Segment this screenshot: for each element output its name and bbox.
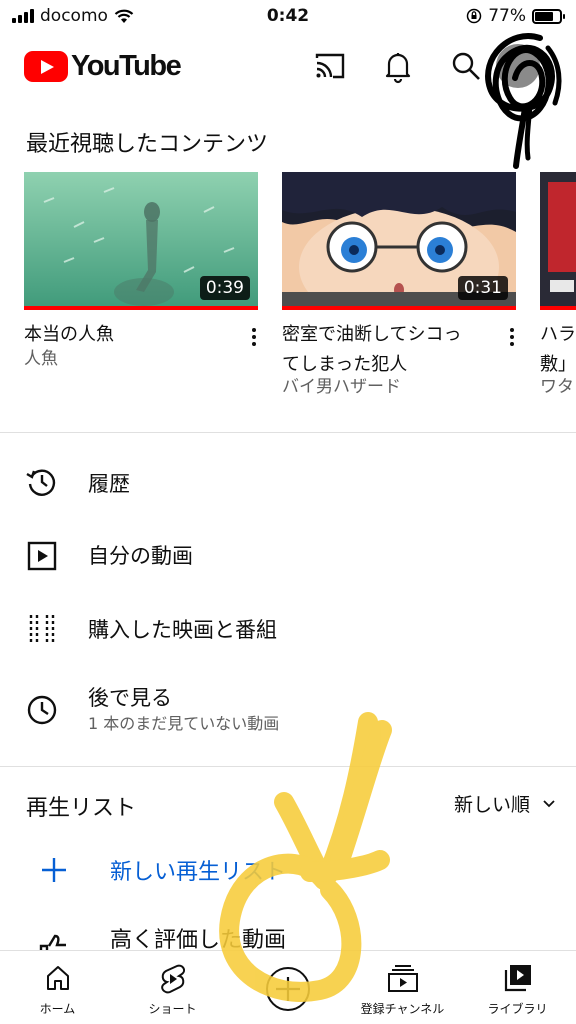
recent-video-card[interactable]: 0:39 本当の人魚 人魚 (24, 172, 258, 369)
battery-fill (535, 11, 554, 21)
menu-item-purchases[interactable]: 購入した映画と番組 (0, 598, 576, 658)
menu-label: 自分の動画 (88, 544, 193, 568)
more-options-icon[interactable] (244, 322, 264, 352)
more-options-icon[interactable] (502, 322, 522, 352)
chevron-down-icon (543, 799, 555, 807)
logo-text: YouTube (71, 50, 182, 82)
home-icon (46, 966, 69, 990)
nav-label: ショート (148, 1002, 197, 1016)
sort-dropdown[interactable]: 新しい順 (454, 790, 556, 817)
video-thumbnail[interactable] (540, 172, 576, 310)
youtube-play-icon (24, 51, 68, 82)
menu-sublabel: 1 本のまだ見ていない動画 (88, 714, 280, 733)
studio-thumbnail-image (540, 172, 576, 310)
menu-item-watch-later[interactable]: 後で見る 1 本のまだ見ていない動画 (0, 680, 576, 746)
nav-label: 登録チャンネル (360, 1002, 445, 1016)
search-icon[interactable] (448, 48, 484, 84)
recent-video-card[interactable]: 0:31 密室で油断してシコっ てしまった犯人 バイ男ハザード (282, 172, 516, 397)
new-playlist-button[interactable]: 新しい再生リスト (0, 848, 576, 892)
history-icon (26, 469, 56, 496)
section-divider (0, 766, 576, 767)
video-title[interactable]: ハラ 敷」 (540, 320, 576, 380)
shorts-icon (160, 964, 185, 994)
video-channel: バイ男ハザード (282, 377, 401, 397)
video-duration: 0:39 (199, 276, 250, 300)
video-thumbnail[interactable]: 0:31 (282, 172, 516, 310)
plus-icon (42, 858, 66, 882)
recent-section-title: 最近視聴したコンテンツ (26, 132, 269, 157)
watch-progress-bar (24, 306, 258, 310)
video-title[interactable]: 密室で油断してシコっ てしまった犯人 (282, 320, 492, 380)
status-bar: docomo 0:42 77% (0, 0, 576, 34)
cast-icon[interactable] (312, 48, 348, 84)
nav-subscriptions[interactable]: 登録チャンネル (345, 951, 460, 1024)
library-icon (504, 965, 531, 992)
create-icon (265, 967, 310, 1011)
section-divider (0, 432, 576, 433)
top-app-bar: YouTube (0, 34, 576, 98)
my-videos-icon (27, 541, 57, 571)
watch-later-icon (27, 695, 57, 725)
sort-label: 新しい順 (453, 794, 530, 816)
watch-progress-bar (540, 306, 576, 310)
playlists-section-title: 再生リスト (26, 796, 137, 821)
new-playlist-label: 新しい再生リスト (110, 860, 287, 885)
nav-home[interactable]: ホーム (0, 951, 115, 1024)
battery-percent: 77% (488, 6, 526, 26)
avatar[interactable] (496, 44, 540, 88)
video-thumbnail[interactable]: 0:39 (24, 172, 258, 310)
video-channel: 人魚 (24, 349, 58, 369)
menu-label: 後で見る (88, 686, 172, 710)
menu-item-history[interactable]: 履歴 (0, 452, 576, 512)
menu-label: 購入した映画と番組 (88, 618, 277, 642)
nav-library[interactable]: ライブラリ (460, 951, 575, 1024)
menu-item-my-videos[interactable]: 自分の動画 (0, 524, 576, 584)
recent-video-card[interactable]: ハラ 敷」 ワタ (540, 172, 576, 397)
battery-icon (532, 8, 565, 24)
nav-shorts[interactable]: ショート (115, 951, 230, 1024)
video-channel: ワタ (540, 377, 574, 397)
nav-label: ホーム (39, 1002, 76, 1016)
menu-label: 履歴 (88, 472, 130, 496)
nav-create[interactable] (230, 951, 345, 1024)
nav-label: ライブラリ (487, 1002, 548, 1016)
recent-videos-row[interactable]: 0:39 本当の人魚 人魚 0:31 密室で油断してシコっ てしまった犯人 バイ… (24, 172, 576, 402)
watch-progress-bar (282, 306, 516, 310)
purchases-icon (29, 615, 55, 645)
youtube-logo[interactable]: YouTube (24, 50, 182, 83)
bell-icon[interactable] (380, 48, 416, 84)
orientation-lock-icon (466, 8, 482, 24)
subscriptions-icon (387, 965, 418, 992)
status-right: 77% (466, 6, 565, 26)
bottom-navigation: ホーム ショート 登録チャンネル ライブラリ (0, 950, 576, 1024)
video-duration: 0:31 (457, 276, 508, 300)
